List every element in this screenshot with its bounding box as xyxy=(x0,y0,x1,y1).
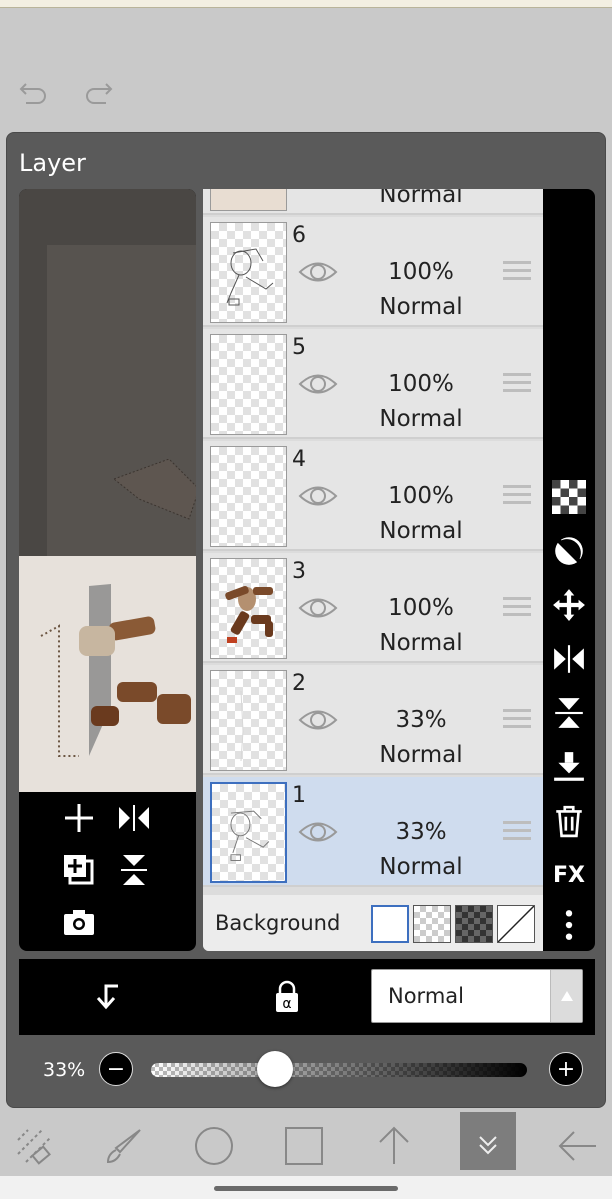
trash-icon[interactable] xyxy=(551,803,587,839)
canvas-tools xyxy=(19,792,196,951)
preview-background xyxy=(19,189,196,556)
redo-icon[interactable] xyxy=(78,74,118,110)
alpha-lock-icon[interactable]: α xyxy=(267,979,307,1015)
background-row: Background xyxy=(203,895,543,951)
clipping-icon[interactable] xyxy=(87,979,127,1015)
layer-opacity: 33% xyxy=(395,707,447,733)
layer-thumbnail xyxy=(210,446,287,547)
bg-none-swatch[interactable] xyxy=(497,905,535,943)
texture-brush-mark xyxy=(112,459,196,520)
layer-thumbnail xyxy=(210,558,287,659)
layer-row[interactable]: 3 100% Normal xyxy=(203,553,543,663)
opacity-slider[interactable] xyxy=(151,1063,527,1077)
visibility-eye-icon[interactable] xyxy=(298,369,338,399)
layer-number: 6 xyxy=(292,223,306,248)
drag-handle-icon[interactable] xyxy=(503,709,531,733)
layer-opacity: 100% xyxy=(388,371,454,397)
visibility-eye-icon[interactable] xyxy=(298,593,338,623)
layer-list[interactable]: Normal 6 100% Normal 5 100% Normal 4 100… xyxy=(203,189,543,951)
drag-handle-icon[interactable] xyxy=(503,261,531,285)
drag-handle-icon[interactable] xyxy=(503,597,531,621)
flip-vertical-icon[interactable] xyxy=(114,850,154,890)
square-shape-icon[interactable] xyxy=(276,1120,332,1172)
layer-number: 2 xyxy=(292,671,306,696)
blend-mode-select[interactable]: Normal xyxy=(371,969,583,1023)
back-arrow-icon[interactable] xyxy=(550,1120,606,1172)
preview-artwork xyxy=(19,556,196,792)
canvas-preview xyxy=(19,189,196,951)
layer-thumbnail xyxy=(210,222,287,323)
visibility-eye-icon[interactable] xyxy=(298,257,338,287)
drag-handle-icon[interactable] xyxy=(503,373,531,397)
layer-row[interactable]: 6 100% Normal xyxy=(203,217,543,327)
merge-down-icon[interactable] xyxy=(551,749,587,785)
drag-handle-icon[interactable] xyxy=(503,485,531,509)
flip-horizontal-icon[interactable] xyxy=(551,641,587,677)
arrow-up-icon[interactable] xyxy=(366,1120,422,1172)
layer-blend-mode: Normal xyxy=(379,854,463,880)
layer-tools: FX xyxy=(543,189,595,951)
visibility-eye-icon[interactable] xyxy=(298,481,338,511)
checker-icon[interactable] xyxy=(551,479,587,515)
flip-vertical-icon[interactable] xyxy=(551,695,587,731)
mask-icon[interactable] xyxy=(551,533,587,569)
layer-options-bar: α Normal xyxy=(19,959,595,1035)
opacity-slider-thumb[interactable] xyxy=(257,1051,294,1087)
layer-row-selected[interactable]: 1 33% Normal xyxy=(203,777,543,887)
blend-mode-value: Normal xyxy=(388,984,464,1008)
background-label: Background xyxy=(215,911,341,935)
duplicate-layer-icon[interactable] xyxy=(59,850,99,890)
opacity-value: 33% xyxy=(43,1059,86,1081)
layer-opacity: 33% xyxy=(395,819,447,845)
layer-blend-mode: Normal xyxy=(379,294,463,320)
svg-text:α: α xyxy=(282,996,291,1012)
layer-blend-mode: Normal xyxy=(379,518,463,544)
circle-shape-icon[interactable] xyxy=(186,1120,242,1172)
home-indicator[interactable] xyxy=(214,1186,398,1191)
bottom-toolbar xyxy=(0,1112,612,1176)
add-layer-icon[interactable] xyxy=(59,798,99,838)
bg-transparent-swatch[interactable] xyxy=(413,905,451,943)
layer-opacity: 100% xyxy=(388,595,454,621)
layer-number: 5 xyxy=(292,335,306,360)
bg-dark-checker-swatch[interactable] xyxy=(455,905,493,943)
layer-row[interactable]: 4 100% Normal xyxy=(203,441,543,551)
layer-thumbnail xyxy=(210,782,287,883)
layer-blend-mode: Normal xyxy=(379,406,463,432)
status-strip xyxy=(0,0,612,8)
layer-number: 4 xyxy=(292,447,306,472)
visibility-eye-icon[interactable] xyxy=(298,817,338,847)
move-icon[interactable] xyxy=(551,587,587,623)
flip-horizontal-icon[interactable] xyxy=(114,798,154,838)
layer-number: 1 xyxy=(292,783,306,808)
layer-row[interactable]: Normal xyxy=(203,189,543,215)
layer-blend-mode: Normal xyxy=(379,630,463,656)
undo-icon[interactable] xyxy=(14,74,54,110)
layer-thumbnail xyxy=(210,334,287,435)
camera-icon[interactable] xyxy=(59,902,99,942)
opacity-decrease-button[interactable]: − xyxy=(99,1052,133,1086)
layer-row[interactable]: 5 100% Normal xyxy=(203,329,543,439)
fx-button[interactable]: FX xyxy=(551,857,587,893)
layer-thumbnail xyxy=(210,189,287,211)
panel-title: Layer xyxy=(19,149,86,177)
bg-white-swatch[interactable] xyxy=(371,905,409,943)
layer-thumbnail xyxy=(210,670,287,771)
layer-blend-mode: Normal xyxy=(379,189,463,208)
more-vertical-icon[interactable] xyxy=(551,907,587,943)
layer-opacity: 100% xyxy=(388,483,454,509)
layer-panel: Layer Normal 6 100% Normal 5 100% Normal… xyxy=(6,132,606,1108)
layer-blend-mode: Normal xyxy=(379,742,463,768)
brush-icon[interactable] xyxy=(96,1120,152,1172)
opacity-control: 33% − + xyxy=(19,1039,595,1095)
chevron-up-icon xyxy=(550,970,582,1022)
opacity-increase-button[interactable]: + xyxy=(549,1052,583,1086)
transform-selection-icon[interactable] xyxy=(6,1120,62,1172)
layer-opacity: 100% xyxy=(388,259,454,285)
collapse-panel-button[interactable] xyxy=(460,1112,516,1170)
drag-handle-icon[interactable] xyxy=(503,821,531,845)
layer-number: 3 xyxy=(292,559,306,584)
layer-row[interactable]: 2 33% Normal xyxy=(203,665,543,775)
visibility-eye-icon[interactable] xyxy=(298,705,338,735)
